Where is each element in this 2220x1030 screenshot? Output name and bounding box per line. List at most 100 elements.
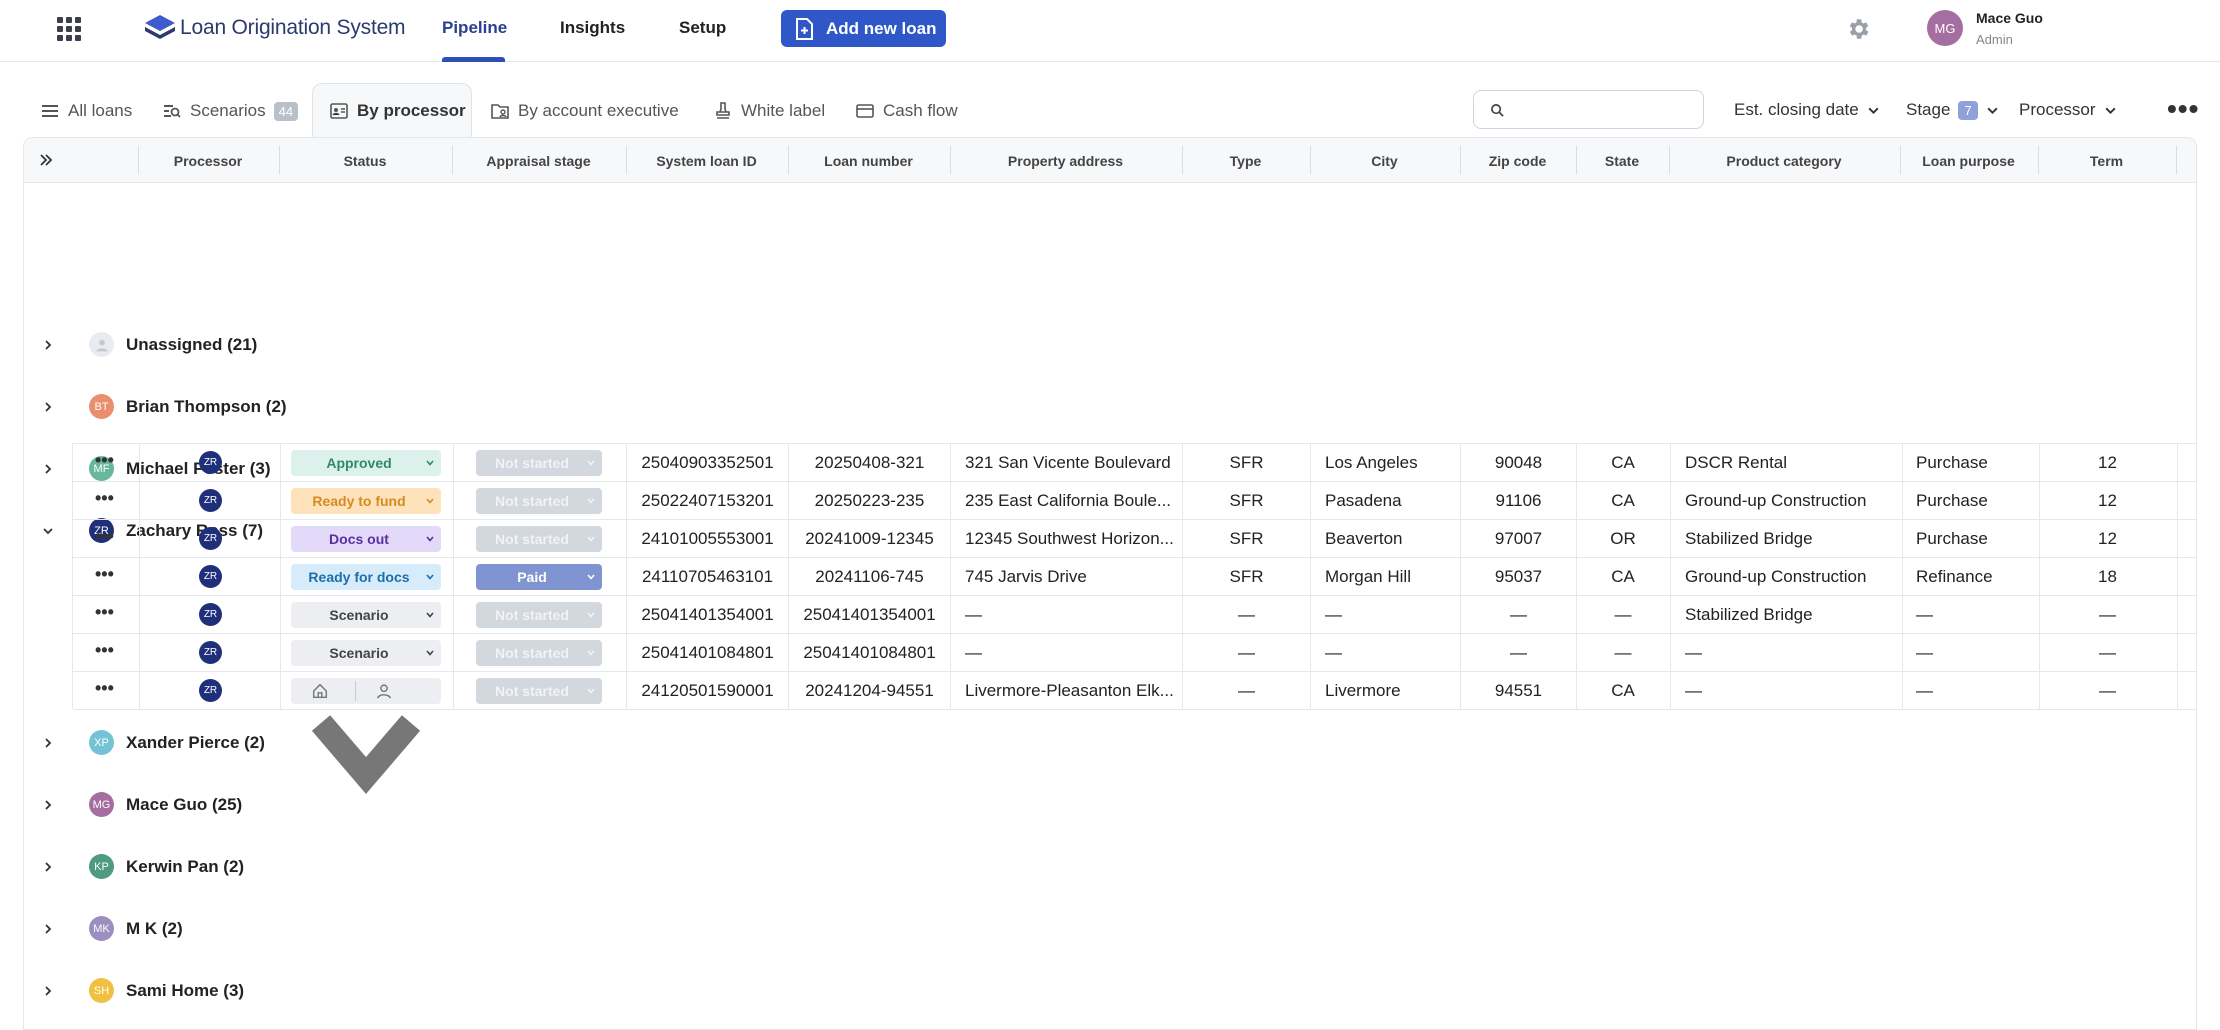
cell-state: CA xyxy=(1611,452,1635,472)
expand-all-icon[interactable] xyxy=(38,152,54,168)
tab-cash-flow[interactable]: Cash flow xyxy=(855,99,958,123)
row-menu-icon[interactable]: ••• xyxy=(95,641,114,659)
appraisal-stage-dropdown[interactable]: Not started xyxy=(476,488,602,514)
chevron-right-icon[interactable] xyxy=(42,799,54,811)
brand-name[interactable]: Loan Origination System xyxy=(180,16,406,40)
status-dropdown[interactable]: Scenario xyxy=(291,640,441,666)
group-kerwin-pan[interactable]: KP Kerwin Pan (2) xyxy=(24,846,2196,886)
tab-scenarios[interactable]: Scenarios 44 xyxy=(162,99,299,123)
table-row[interactable]: ••• ZR Not started 24120501590001 20241204-9… xyxy=(73,672,2196,794)
chevron-down-icon xyxy=(587,536,595,542)
column-header-zip-code[interactable]: Zip code xyxy=(1460,153,1575,169)
column-header-processor[interactable]: Processor xyxy=(138,153,278,169)
chevron-right-icon[interactable] xyxy=(42,737,54,749)
row-menu-icon[interactable]: ••• xyxy=(95,565,114,583)
group-xander-pierce[interactable]: XP Xander Pierce (2) xyxy=(24,722,2196,762)
appraisal-stage-dropdown[interactable]: Not started xyxy=(476,678,602,704)
closing-date-sort[interactable]: Est. closing date xyxy=(1734,100,1880,120)
chevron-right-icon[interactable] xyxy=(42,463,54,475)
nav-insights[interactable]: Insights xyxy=(560,18,625,38)
column-header-system-loan-id[interactable]: System loan ID xyxy=(626,153,787,169)
row-menu-icon[interactable]: ••• xyxy=(95,603,114,621)
column-header-loan-purpose[interactable]: Loan purpose xyxy=(1900,153,2037,169)
nav-pipeline[interactable]: Pipeline xyxy=(442,18,507,38)
column-header-loan-number[interactable]: Loan number xyxy=(788,153,949,169)
column-header-product-category[interactable]: Product category xyxy=(1669,153,1899,169)
column-divider xyxy=(2177,558,2178,595)
app-grid-icon[interactable] xyxy=(57,17,81,41)
split-divider xyxy=(355,681,356,701)
status-dropdown[interactable]: Docs out xyxy=(291,526,441,552)
stage-count-badge: 7 xyxy=(1958,100,1978,120)
chevron-down-icon[interactable] xyxy=(42,525,54,537)
appraisal-stage-dropdown[interactable]: Not started xyxy=(476,640,602,666)
cell-zip-code: — xyxy=(1510,642,1527,662)
chevron-right-icon[interactable] xyxy=(42,985,54,997)
tab-by-account-executive[interactable]: By account executive xyxy=(490,99,679,123)
column-divider xyxy=(139,596,140,633)
group-m-k[interactable]: MK M K (2) xyxy=(24,908,2196,948)
tab-all-loans[interactable]: All loans xyxy=(40,99,132,123)
column-divider xyxy=(1670,520,1671,557)
settings-gear-icon[interactable] xyxy=(1845,16,1871,42)
chevron-right-icon[interactable] xyxy=(42,861,54,873)
appraisal-stage-dropdown[interactable]: Not started xyxy=(476,526,602,552)
user-avatar[interactable]: MG xyxy=(1927,10,1963,46)
nav-setup[interactable]: Setup xyxy=(679,18,726,38)
status-dropdown[interactable]: Approved xyxy=(291,450,441,476)
person-icon[interactable] xyxy=(375,682,393,700)
more-options-icon[interactable]: ••• xyxy=(2167,95,2199,123)
avatar[interactable]: ZR xyxy=(199,565,222,588)
row-menu-icon[interactable]: ••• xyxy=(95,527,114,545)
avatar[interactable]: ZR xyxy=(199,451,222,474)
table-row[interactable]: ••• ZR Scenario Not started 25041401354001 25… xyxy=(73,596,2196,634)
group-brian-thompson[interactable]: BT Brian Thompson (2) xyxy=(24,386,2196,426)
table-row[interactable]: ••• ZR Ready for docs Paid 24110705463101 202… xyxy=(73,558,2196,596)
chevron-right-icon[interactable] xyxy=(42,339,54,351)
status-dropdown[interactable]: Ready for docs xyxy=(291,564,441,590)
column-divider xyxy=(1902,482,1903,519)
processor-filter[interactable]: Processor xyxy=(2019,100,2117,120)
appraisal-stage-dropdown[interactable]: Paid xyxy=(476,564,602,590)
chevron-right-icon[interactable] xyxy=(42,401,54,413)
tab-white-label[interactable]: White label xyxy=(713,99,825,123)
table-row[interactable]: ••• ZR Docs out Not started 24101005553001 20… xyxy=(73,520,2196,558)
add-new-loan-button[interactable]: Add new loan xyxy=(781,10,946,47)
appraisal-stage-dropdown[interactable]: Not started xyxy=(476,450,602,476)
group-mace-guo[interactable]: MG Mace Guo (25) xyxy=(24,784,2196,824)
column-header-city[interactable]: City xyxy=(1310,153,1459,169)
column-header-term[interactable]: Term xyxy=(2038,153,2175,169)
tab-by-processor[interactable]: By processor xyxy=(312,83,472,138)
table-row[interactable]: ••• ZR Scenario Not started 25041401084801 25… xyxy=(73,634,2196,672)
group-unassigned[interactable]: Unassigned (21) xyxy=(24,324,2196,364)
row-menu-icon[interactable]: ••• xyxy=(95,451,114,469)
search-input[interactable] xyxy=(1512,97,1692,123)
appraisal-stage-dropdown[interactable]: Not started xyxy=(476,602,602,628)
table-row[interactable]: ••• ZR Approved Not started 25040903352501 20… xyxy=(73,444,2196,482)
search-field[interactable] xyxy=(1473,90,1704,129)
id-card-icon xyxy=(330,103,348,119)
avatar[interactable]: ZR xyxy=(199,641,222,664)
avatar[interactable]: ZR xyxy=(199,527,222,550)
column-header-type[interactable]: Type xyxy=(1182,153,1309,169)
column-divider xyxy=(1310,444,1311,481)
cell-loan-number: 20250408-321 xyxy=(814,452,925,472)
stage-filter[interactable]: Stage 7 xyxy=(1906,100,1999,120)
avatar[interactable]: ZR xyxy=(199,679,222,702)
group-sami-home[interactable]: SH Sami Home (3) xyxy=(24,970,2196,1010)
chevron-right-icon[interactable] xyxy=(42,923,54,935)
column-divider xyxy=(950,520,951,557)
status-dropdown[interactable]: Scenario xyxy=(291,602,441,628)
avatar[interactable]: ZR xyxy=(199,603,222,626)
column-header-appraisal-stage[interactable]: Appraisal stage xyxy=(452,153,625,169)
row-menu-icon[interactable]: ••• xyxy=(95,679,114,697)
status-dropdown[interactable]: Ready to fund xyxy=(291,488,441,514)
column-header-state[interactable]: State xyxy=(1576,153,1668,169)
status-split-control[interactable] xyxy=(291,678,441,794)
home-icon[interactable] xyxy=(311,682,329,700)
table-row[interactable]: ••• ZR Ready to fund Not started 25022407153… xyxy=(73,482,2196,520)
row-menu-icon[interactable]: ••• xyxy=(95,489,114,507)
avatar[interactable]: ZR xyxy=(199,489,222,512)
column-header-status[interactable]: Status xyxy=(279,153,451,169)
column-header-property-address[interactable]: Property address xyxy=(950,153,1181,169)
